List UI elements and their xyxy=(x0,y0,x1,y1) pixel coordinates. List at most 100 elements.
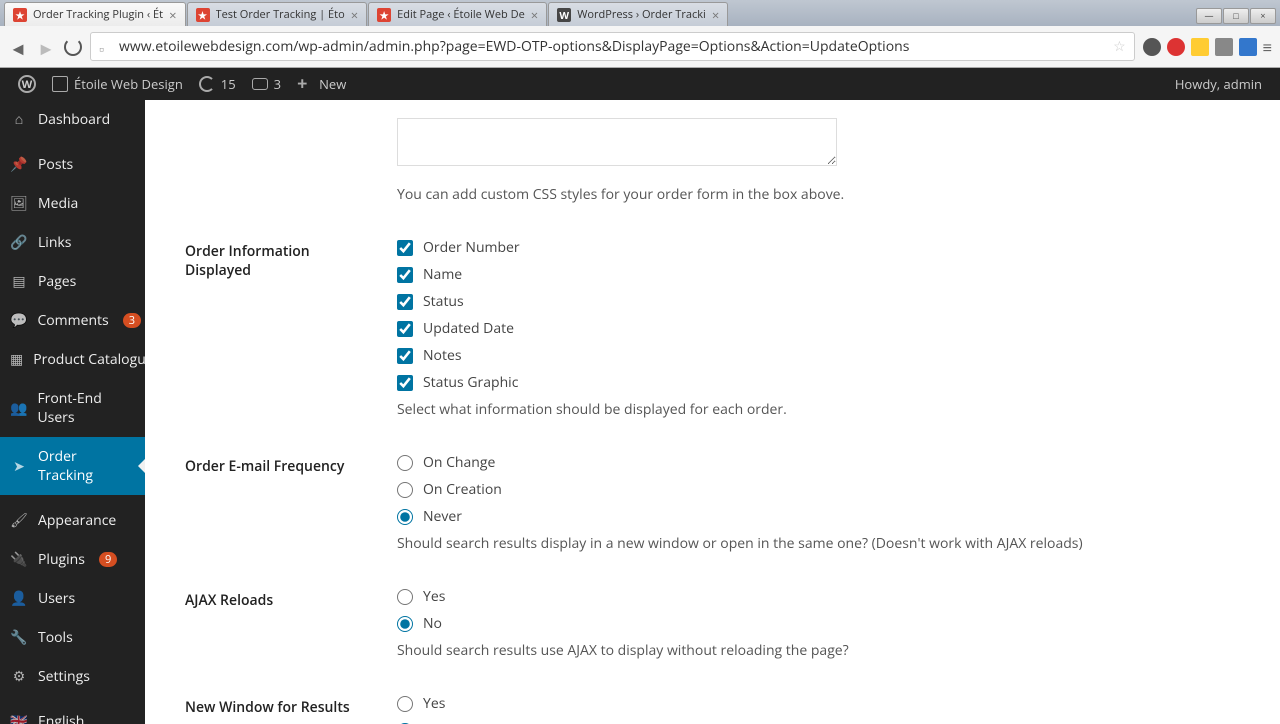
badge: 3 xyxy=(123,313,141,328)
wordpress-icon: W xyxy=(557,8,571,22)
browser-nav-bar: ◄ ► ▫ www.etoilewebdesign.com/wp-admin/a… xyxy=(0,26,1280,67)
sidebar-item-tools[interactable]: 🔧 Tools xyxy=(0,618,145,657)
sidebar-item-label: Links xyxy=(38,233,71,252)
ajax-heading: AJAX Reloads xyxy=(185,571,385,676)
checkbox-option[interactable]: Name xyxy=(397,265,1248,284)
ajax-no-radio[interactable] xyxy=(397,616,413,632)
sidebar-item-comments[interactable]: 💬 Comments 3 xyxy=(0,301,145,340)
email-description: Should search results display in a new w… xyxy=(397,534,1248,553)
sidebar-item-users[interactable]: 👤 Users xyxy=(0,579,145,618)
howdy-account[interactable]: Howdy, admin xyxy=(1167,75,1270,93)
checkbox-option[interactable]: Order Number xyxy=(397,238,1248,257)
notes-checkbox[interactable] xyxy=(397,348,413,364)
comments-bubble[interactable]: 3 xyxy=(244,75,289,93)
radio-option[interactable]: On Creation xyxy=(397,480,1248,499)
url-bar[interactable]: ▫ www.etoilewebdesign.com/wp-admin/admin… xyxy=(90,32,1135,61)
updates-count: 15 xyxy=(221,75,236,93)
ext-icon[interactable] xyxy=(1143,38,1161,56)
checkbox-option[interactable]: Status xyxy=(397,292,1248,311)
ajax-yes-radio[interactable] xyxy=(397,589,413,605)
sidebar-item-links[interactable]: 🔗 Links xyxy=(0,223,145,262)
radio-option[interactable]: Yes xyxy=(397,587,1248,606)
custom-css-textarea[interactable] xyxy=(397,118,837,166)
browser-tab[interactable]: ★ Test Order Tracking | Éto × xyxy=(187,2,368,26)
updates[interactable]: 15 xyxy=(191,75,244,93)
close-icon[interactable]: × xyxy=(351,6,358,24)
browser-tab[interactable]: W WordPress › Order Tracki × xyxy=(548,2,728,26)
site-name[interactable]: Étoile Web Design xyxy=(44,75,191,93)
close-button[interactable]: × xyxy=(1250,8,1276,24)
tab-strip: ★ Order Tracking Plugin ‹ Ét × ★ Test Or… xyxy=(0,0,1280,26)
option-label: Never xyxy=(423,507,462,526)
sidebar-item-label: Plugins xyxy=(38,550,85,569)
users-icon: 👥 xyxy=(10,399,27,417)
close-icon[interactable]: × xyxy=(169,6,176,24)
browser-tab[interactable]: ★ Order Tracking Plugin ‹ Ét × xyxy=(4,2,186,26)
radio-option[interactable]: On Change xyxy=(397,453,1248,472)
star-icon: ★ xyxy=(13,8,27,22)
sidebar-item-english[interactable]: 🇬🇧 English xyxy=(0,702,145,724)
checkbox-option[interactable]: Updated Date xyxy=(397,319,1248,338)
minimize-button[interactable]: — xyxy=(1196,8,1222,24)
tools-icon: 🔧 xyxy=(10,629,28,647)
forward-button[interactable]: ► xyxy=(36,37,56,57)
on-change-radio[interactable] xyxy=(397,455,413,471)
ext-icon[interactable] xyxy=(1215,38,1233,56)
tab-title: Edit Page ‹ Étoile Web De xyxy=(397,7,525,22)
sidebar-item-label: English xyxy=(38,712,84,724)
ajax-description: Should search results use AJAX to displa… xyxy=(397,641,1248,660)
sidebar-item-order-tracking[interactable]: ➤ Order Tracking xyxy=(0,437,145,495)
sidebar-item-appearance[interactable]: 🖌 Appearance xyxy=(0,501,145,540)
reload-button[interactable] xyxy=(64,38,82,56)
status-graphic-checkbox[interactable] xyxy=(397,375,413,391)
howdy-label: Howdy, admin xyxy=(1175,75,1262,93)
maximize-button[interactable]: □ xyxy=(1223,8,1249,24)
updated-date-checkbox[interactable] xyxy=(397,321,413,337)
ext-icon[interactable] xyxy=(1239,38,1257,56)
checkbox-option[interactable]: Notes xyxy=(397,346,1248,365)
css-description: You can add custom CSS styles for your o… xyxy=(397,185,1248,204)
name-checkbox[interactable] xyxy=(397,267,413,283)
media-icon: 🖼 xyxy=(10,195,28,213)
checkbox-option[interactable]: Status Graphic xyxy=(397,373,1248,392)
sidebar-item-pages[interactable]: ▤ Pages xyxy=(0,262,145,301)
comments-count: 3 xyxy=(274,75,281,93)
bookmark-icon[interactable]: ☆ xyxy=(1113,37,1126,56)
sidebar-item-frontend-users[interactable]: 👥 Front-End Users xyxy=(0,379,145,437)
option-label: Notes xyxy=(423,346,462,365)
sidebar-item-label: Settings xyxy=(38,667,90,686)
radio-option[interactable]: Yes xyxy=(397,694,1248,713)
close-icon[interactable]: × xyxy=(531,6,538,24)
sidebar-item-label: Comments xyxy=(37,311,108,330)
plugin-icon: 🔌 xyxy=(10,551,28,569)
ext-icon[interactable] xyxy=(1167,38,1185,56)
radio-option[interactable]: Never xyxy=(397,507,1248,526)
ext-icon[interactable] xyxy=(1191,38,1209,56)
sidebar-item-posts[interactable]: 📌 Posts xyxy=(0,145,145,184)
back-button[interactable]: ◄ xyxy=(8,37,28,57)
tab-title: Order Tracking Plugin ‹ Ét xyxy=(33,7,163,22)
order-number-checkbox[interactable] xyxy=(397,240,413,256)
info-description: Select what information should be displa… xyxy=(397,400,1248,419)
option-label: Updated Date xyxy=(423,319,514,338)
wp-logo[interactable]: W xyxy=(10,75,44,93)
new-content[interactable]: + New xyxy=(289,75,354,93)
close-icon[interactable]: × xyxy=(712,6,719,24)
sidebar-item-settings[interactable]: ⚙ Settings xyxy=(0,657,145,696)
sidebar-item-plugins[interactable]: 🔌 Plugins 9 xyxy=(0,540,145,579)
menu-icon[interactable]: ≡ xyxy=(1263,36,1272,58)
nw-yes-radio[interactable] xyxy=(397,696,413,712)
option-label: Status xyxy=(423,292,464,311)
status-checkbox[interactable] xyxy=(397,294,413,310)
sidebar-item-media[interactable]: 🖼 Media xyxy=(0,184,145,223)
browser-tab[interactable]: ★ Edit Page ‹ Étoile Web De × xyxy=(368,2,547,26)
star-icon: ★ xyxy=(377,8,391,22)
option-label: No xyxy=(423,614,442,633)
sidebar-item-product-catalogue[interactable]: ▦ Product Catalogue xyxy=(0,340,145,379)
never-radio[interactable] xyxy=(397,509,413,525)
wp-admin-bar: W Étoile Web Design 15 3 + New Howdy, ad… xyxy=(0,68,1280,100)
on-creation-radio[interactable] xyxy=(397,482,413,498)
radio-option[interactable]: No xyxy=(397,614,1248,633)
sidebar-item-dashboard[interactable]: ⌂ Dashboard xyxy=(0,100,145,139)
comment-icon xyxy=(252,78,268,90)
